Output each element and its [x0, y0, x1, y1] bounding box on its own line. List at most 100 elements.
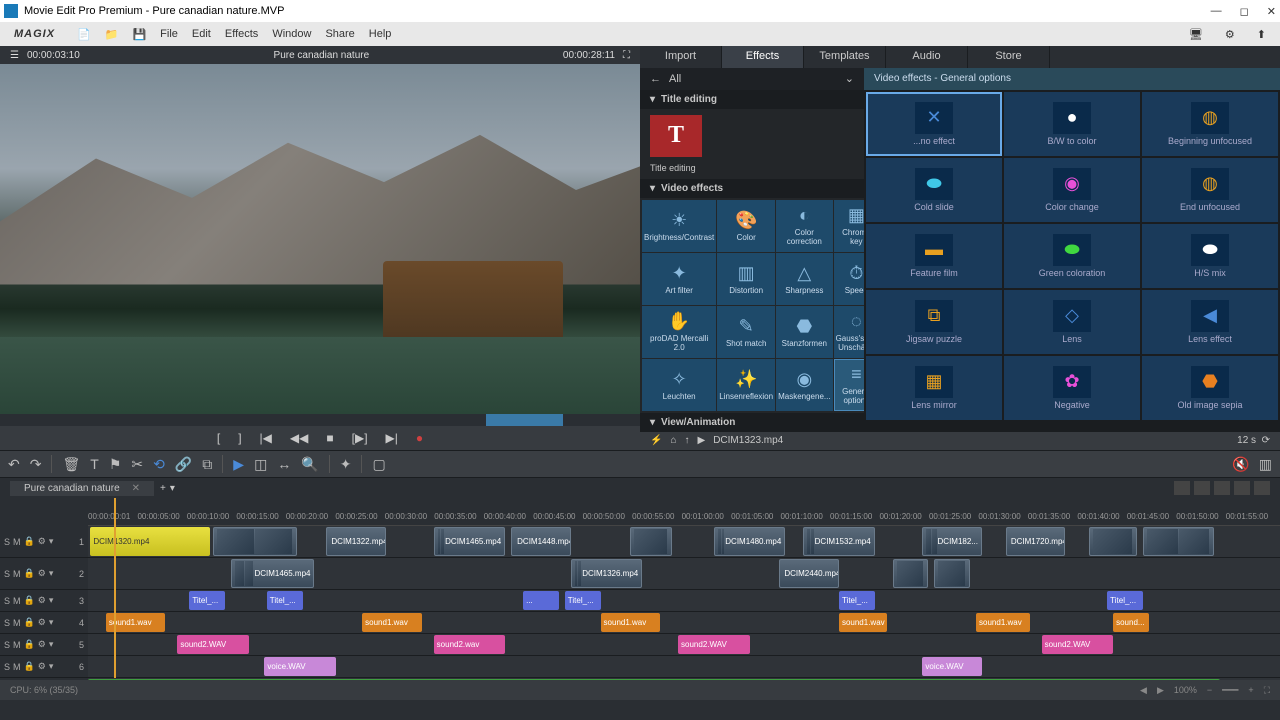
clip[interactable]: sound2.WAV — [1042, 635, 1114, 654]
add-tab-button[interactable]: + — [160, 483, 166, 494]
preset-green-coloration[interactable]: ⬬Green coloration — [1004, 224, 1140, 288]
monitor-tool[interactable]: ▢ — [372, 456, 385, 473]
effects-category-dropdown[interactable]: ← All ⌄ — [640, 68, 864, 90]
fx-art-filter[interactable]: ✦Art filter — [642, 253, 716, 305]
close-tab-icon[interactable]: ✕ — [132, 483, 140, 494]
track-lane-2[interactable]: DCIM1465.mp4DCIM1326.mp4DCIM2440.mp4 — [88, 558, 1280, 589]
menu-help[interactable]: Help — [363, 26, 398, 42]
play-button[interactable]: [▶] — [352, 431, 368, 445]
fx-linsenreflexion[interactable]: ✨Linsenreflexion — [717, 359, 775, 411]
clip[interactable] — [934, 559, 970, 588]
record-button[interactable]: ● — [416, 431, 423, 445]
preset-h-s-mix[interactable]: ⬬H/S mix — [1142, 224, 1278, 288]
mark-in-button[interactable]: [ — [217, 431, 220, 445]
range-tool[interactable]: ◫ — [254, 456, 267, 473]
playhead[interactable] — [114, 498, 116, 678]
track-header-5[interactable]: SM🔒⚙▾5 — [0, 634, 88, 655]
track-header-3[interactable]: SM🔒⚙▾3 — [0, 590, 88, 611]
track-lane-5[interactable]: sound2.WAV sound2.wav sound2.WAV sound2.WAV — [88, 634, 1280, 655]
clip[interactable]: sound1.wav — [362, 613, 422, 632]
menu-file[interactable]: File — [154, 26, 184, 42]
scrub-bar[interactable] — [0, 414, 640, 426]
clip[interactable]: sound2.WAV — [678, 635, 750, 654]
clip[interactable]: DCIM1465.mp4 — [434, 527, 506, 556]
clip[interactable]: sound... — [1113, 613, 1149, 632]
clip[interactable]: DCIM2440.mp4 — [779, 559, 839, 588]
track-lane-1[interactable]: DCIM1320.mp4DCIM1322.mp4DCIM1465.mp4DCIM… — [88, 526, 1280, 557]
preset-jigsaw-puzzle[interactable]: ⧉Jigsaw puzzle — [866, 290, 1002, 354]
timeline-tab[interactable]: Pure canadian nature✕ — [10, 481, 154, 496]
home-icon[interactable]: ⌂ — [670, 435, 676, 446]
preset-feature-film[interactable]: ▬Feature film — [866, 224, 1002, 288]
clip[interactable] — [1089, 527, 1137, 556]
preset-cold-slide[interactable]: ⬬Cold slide — [866, 158, 1002, 222]
video-preview[interactable] — [0, 64, 640, 414]
save-icon[interactable]: 💾 — [126, 26, 152, 43]
view-mode-1[interactable] — [1174, 481, 1190, 495]
title-tool[interactable]: T — [90, 456, 99, 472]
select-tool[interactable]: ▶ — [233, 456, 244, 473]
preset-end-unfocused[interactable]: ◍End unfocused — [1142, 158, 1278, 222]
tab-audio[interactable]: Audio — [886, 46, 968, 68]
mixer-icon[interactable]: ▥ — [1259, 456, 1272, 472]
category-view-animation[interactable]: ▾ View/Animation — [640, 413, 864, 432]
link-tool[interactable]: 🔗 — [175, 456, 192, 473]
group-tool[interactable]: ⧉ — [202, 456, 212, 473]
clip[interactable]: sound2.wav — [434, 635, 506, 654]
new-icon[interactable]: 📄 — [71, 26, 97, 43]
clip[interactable]: Titel_... — [1107, 591, 1143, 610]
fx-shot-match[interactable]: ✎Shot match — [717, 306, 775, 358]
clip[interactable]: DCIM1322.mp4 — [326, 527, 386, 556]
menu-edit[interactable]: Edit — [186, 26, 217, 42]
track-lane-3[interactable]: Titel_...Titel_......Titel_...Titel_...T… — [88, 590, 1280, 611]
clip[interactable]: DCIM1448.mp4 — [511, 527, 571, 556]
track-lane-4[interactable]: sound1.wavsound1.wavsound1.wavsound1.wav… — [88, 612, 1280, 633]
stretch-tool[interactable]: ↔ — [277, 456, 291, 472]
clip[interactable]: DCIM1465.mp4 — [231, 559, 314, 588]
open-icon[interactable]: 📁 — [99, 26, 125, 43]
track-header-4[interactable]: SM🔒⚙▾4 — [0, 612, 88, 633]
preset-b-w-to-color[interactable]: ●B/W to color — [1004, 92, 1140, 156]
clip[interactable]: song.mp3 — [88, 679, 1220, 680]
maximize-button[interactable]: ◻ — [1240, 5, 1249, 18]
clip[interactable]: Titel_... — [565, 591, 601, 610]
menu-share[interactable]: Share — [319, 26, 360, 42]
track-header-2[interactable]: SM🔒⚙▾2 — [0, 558, 88, 589]
clip[interactable]: DCIM1480.mp4 — [714, 527, 786, 556]
fx-maskengene-[interactable]: ◉Maskengene... — [776, 359, 832, 411]
zoom-slider[interactable]: ━━━ — [1222, 685, 1238, 696]
time-ruler[interactable]: 00:00:00:0100:00:05:0000:00:10:0000:00:1… — [88, 498, 1280, 526]
flash-icon[interactable]: ⚡ — [650, 435, 662, 446]
minimize-button[interactable]: — — [1211, 5, 1222, 18]
clip[interactable] — [893, 559, 929, 588]
stop-button[interactable]: ■ — [326, 431, 333, 445]
category-video-effects[interactable]: ▾ Video effects — [640, 179, 864, 198]
track-lane-6[interactable]: voice.WAVvoice.WAV — [88, 656, 1280, 677]
fx-color-correction[interactable]: ◐Color correction — [776, 200, 832, 252]
clip[interactable]: ... — [523, 591, 559, 610]
ripple-tool[interactable]: ⟲ — [153, 456, 165, 473]
view-mode-3[interactable] — [1214, 481, 1230, 495]
clip[interactable]: Titel_... — [189, 591, 225, 610]
track-header-1[interactable]: SM🔒⚙▾1 — [0, 526, 88, 557]
upload-icon[interactable]: ⬆ — [1251, 26, 1272, 43]
marker-tool[interactable]: ⚑ — [109, 456, 122, 473]
zoom-in-icon[interactable]: + — [1248, 685, 1253, 695]
clip[interactable]: sound1.wav — [976, 613, 1030, 632]
split-tool[interactable]: ✂ — [131, 456, 143, 473]
go-start-button[interactable]: |◀ — [260, 431, 272, 445]
zoom-out-icon[interactable]: − — [1207, 685, 1212, 695]
clip[interactable]: sound2.WAV — [177, 635, 249, 654]
clip[interactable] — [630, 527, 672, 556]
fx-brightness-contrast[interactable]: ☀Brightness/Contrast — [642, 200, 716, 252]
close-button[interactable]: ✕ — [1267, 5, 1276, 18]
fit-icon[interactable]: ⛶ — [1264, 685, 1270, 696]
view-mode-5[interactable] — [1254, 481, 1270, 495]
mark-out-button[interactable]: ] — [238, 431, 241, 445]
clip[interactable] — [1143, 527, 1215, 556]
title-editing-tile[interactable]: T — [650, 115, 702, 157]
clip[interactable]: DCIM1720.mp4 — [1006, 527, 1066, 556]
fx-tool[interactable]: ✦ — [340, 456, 352, 473]
mute-icon[interactable]: 🔇 — [1232, 456, 1249, 472]
play-small-icon[interactable]: ▶ — [698, 435, 706, 446]
